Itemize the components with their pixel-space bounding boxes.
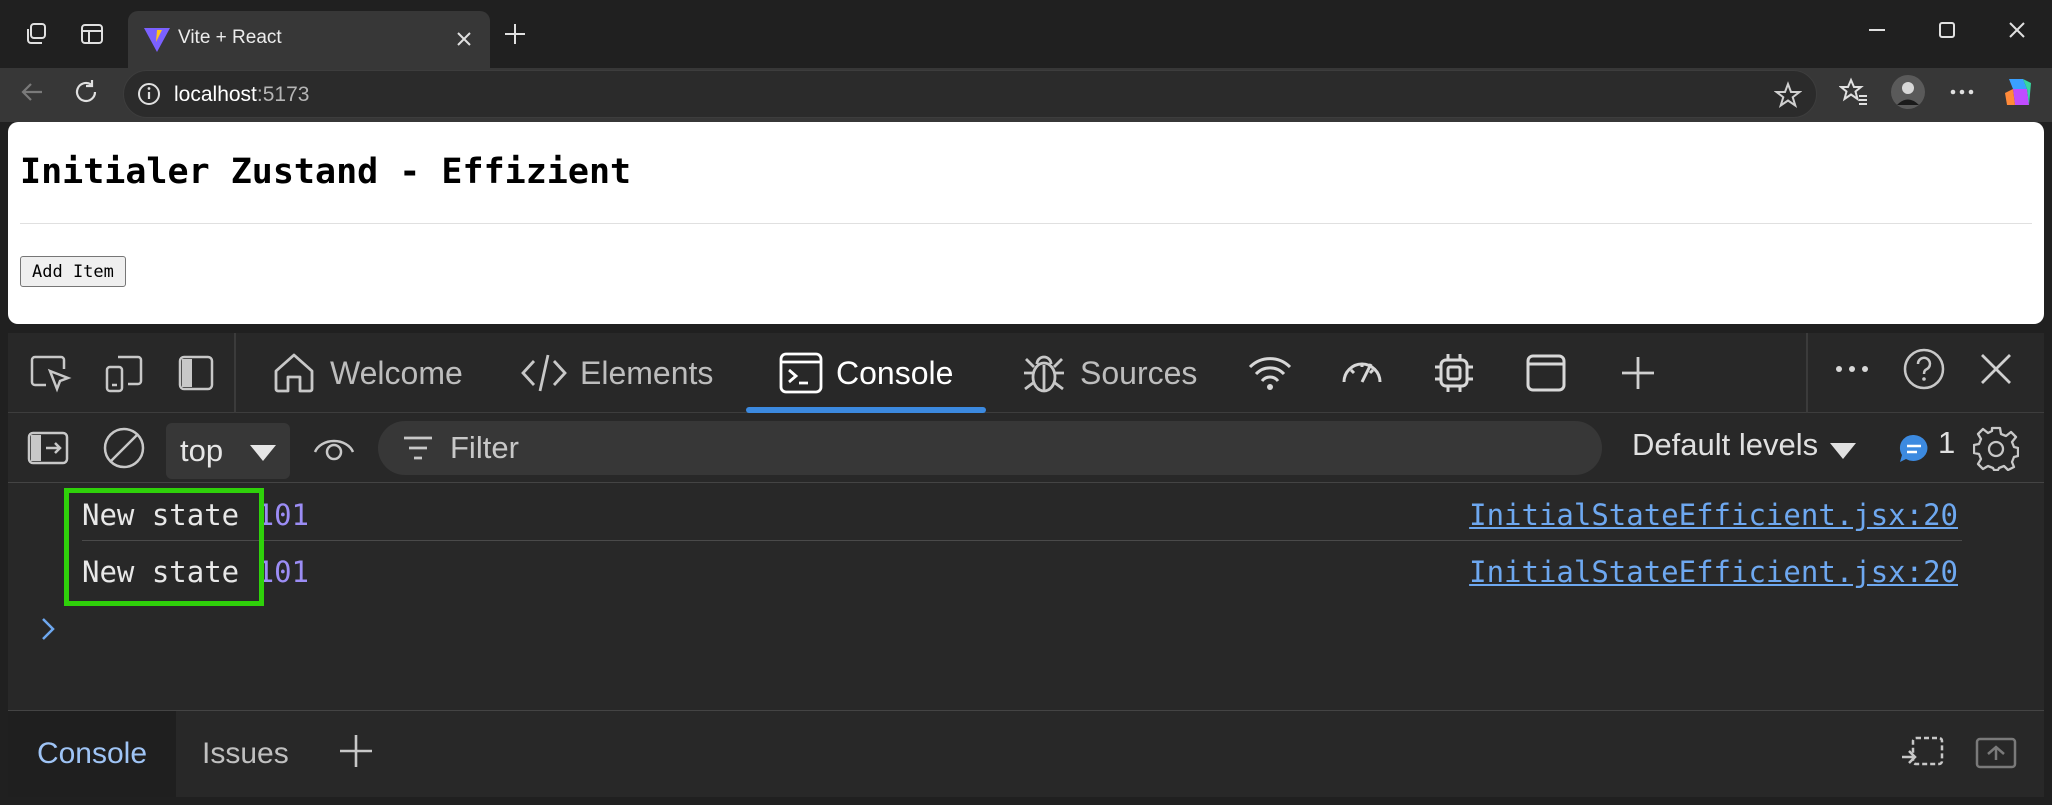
help-icon[interactable]: [1898, 343, 1950, 395]
drawer-tab-console-label: Console: [36, 737, 148, 770]
browser-window: Vite + React localhost:5173 Initialer Zu…: [0, 0, 2052, 805]
toolbar-separator: [234, 333, 236, 413]
more-menu-icon[interactable]: [1942, 72, 1982, 112]
more-tools-plus-icon[interactable]: [1612, 347, 1664, 399]
code-icon: [521, 354, 567, 392]
title-bar: Vite + React: [0, 0, 2052, 68]
page-heading: Initialer Zustand - Effizient: [20, 152, 632, 192]
clear-console-icon[interactable]: [98, 422, 150, 474]
tab-console[interactable]: Console: [778, 347, 953, 399]
vite-logo-icon: [142, 24, 172, 54]
tab-sources-label: Sources: [1080, 354, 1198, 391]
url-text: localhost:5173: [174, 83, 309, 107]
close-devtools-icon[interactable]: [1970, 343, 2022, 395]
log-levels-dropdown[interactable]: Default levels: [1632, 427, 1818, 463]
favorite-star-icon[interactable]: [1773, 81, 1803, 109]
home-icon: [274, 353, 314, 393]
log-value: 101: [256, 498, 309, 532]
copilot-icon[interactable]: [1998, 72, 2038, 112]
dock-side-icon[interactable]: [170, 347, 222, 399]
devtools-drawer: Console Issues: [8, 711, 2044, 797]
drawer-tab-console[interactable]: Console: [8, 711, 176, 797]
tab-sources[interactable]: Sources: [1020, 347, 1197, 399]
context-selector-value: top: [180, 433, 224, 468]
tab-actions-icon[interactable]: [72, 14, 112, 54]
new-tab-icon[interactable]: [495, 14, 535, 54]
close-tab-icon[interactable]: [450, 25, 478, 53]
filter-icon: [404, 436, 432, 460]
console-prompt-chevron-icon[interactable]: [38, 614, 58, 649]
context-selector[interactable]: top: [166, 423, 290, 479]
maximize-icon[interactable]: [1922, 10, 1972, 50]
network-icon[interactable]: [1244, 347, 1296, 399]
url-port: :5173: [256, 83, 310, 106]
profile-avatar[interactable]: [1888, 72, 1928, 112]
bug-icon: [1024, 355, 1064, 393]
tab-title: Vite + React: [178, 27, 282, 48]
console-filter-bar: top Filter Default levels 1: [8, 413, 2044, 483]
chevron-down-icon: [250, 445, 276, 461]
page-viewport: Initialer Zustand - Effizient Add Item: [8, 122, 2044, 324]
filter-input[interactable]: Filter: [378, 421, 1602, 475]
message-bubble-icon[interactable]: [1888, 423, 1940, 475]
toolbar-separator-2: [1806, 333, 1808, 413]
log-source-link[interactable]: InitialStateEfficient.jsx:20: [1469, 555, 1958, 589]
add-item-button[interactable]: Add Item: [20, 256, 126, 287]
drawer-tab-issues[interactable]: Issues: [202, 711, 289, 797]
live-expression-eye-icon[interactable]: [308, 422, 360, 474]
back-icon[interactable]: [12, 72, 52, 112]
memory-icon[interactable]: [1428, 347, 1480, 399]
inspect-element-icon[interactable]: [24, 347, 76, 399]
url-bar[interactable]: localhost:5173: [123, 70, 1817, 118]
close-window-icon[interactable]: [1992, 10, 2042, 50]
minimize-icon[interactable]: [1852, 10, 1902, 50]
console-icon: [779, 352, 823, 394]
page-divider: [20, 223, 2032, 224]
drawer-tab-issues-label: Issues: [202, 737, 289, 770]
sidebar-toggle-icon[interactable]: [22, 422, 74, 474]
performance-icon[interactable]: [1336, 347, 1388, 399]
console-message[interactable]: New state 101 InitialStateEfficient.jsx:…: [60, 484, 1970, 540]
customize-menu-icon[interactable]: [1826, 343, 1878, 395]
levels-chevron-down-icon: [1830, 443, 1856, 459]
refresh-icon[interactable]: [66, 72, 106, 112]
console-message[interactable]: New state 101 InitialStateEfficient.jsx:…: [60, 541, 1970, 597]
log-value: 101: [256, 555, 309, 589]
tab-console-label: Console: [836, 354, 954, 391]
workspaces-icon[interactable]: [17, 14, 57, 54]
message-count: 1: [1938, 425, 1956, 460]
address-row: localhost:5173: [0, 68, 2052, 122]
console-settings-gear-icon[interactable]: [1970, 422, 2022, 474]
dock-to-bottom-icon[interactable]: [1896, 727, 1948, 779]
devtools-panel: Welcome Elements Console Sources top Fil…: [8, 333, 2044, 797]
favorites-icon[interactable]: [1834, 72, 1874, 112]
undock-drawer-icon[interactable]: [1970, 727, 2022, 779]
tab-welcome-label: Welcome: [330, 354, 463, 391]
browser-tab[interactable]: Vite + React: [128, 11, 490, 68]
site-info-icon[interactable]: [136, 81, 162, 107]
tab-elements-label: Elements: [580, 354, 714, 391]
filter-placeholder: Filter: [450, 430, 519, 465]
tab-welcome[interactable]: Welcome: [270, 347, 463, 399]
drawer-add-tab-icon[interactable]: [330, 725, 382, 777]
highlight-annotation-box: [64, 488, 264, 606]
application-icon[interactable]: [1520, 347, 1572, 399]
url-host: localhost: [174, 83, 257, 106]
tab-elements[interactable]: Elements: [520, 347, 713, 399]
console-messages: New state 101 InitialStateEfficient.jsx:…: [8, 484, 2044, 711]
devtools-toolbar: Welcome Elements Console Sources: [8, 333, 2044, 413]
device-emulation-icon[interactable]: [98, 347, 150, 399]
log-source-link[interactable]: InitialStateEfficient.jsx:20: [1469, 498, 1958, 532]
